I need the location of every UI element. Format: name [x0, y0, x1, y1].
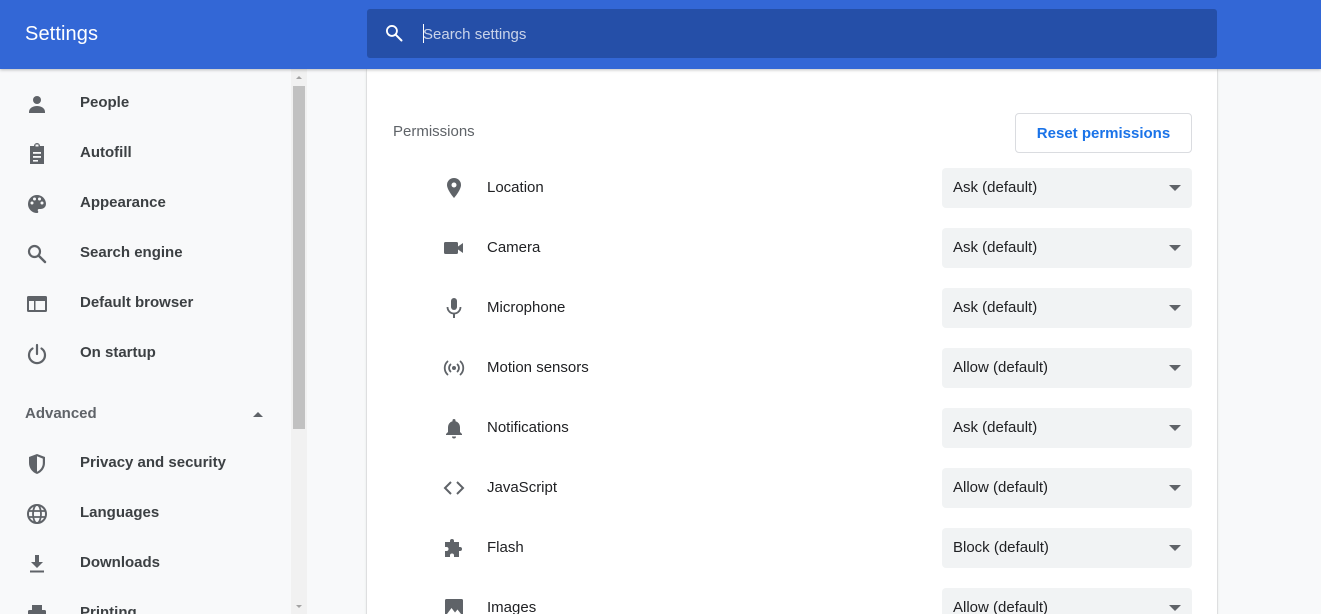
sidebar-item-default-browser[interactable]: Default browser	[0, 279, 291, 329]
permission-select-notifications[interactable]: Ask (default)	[942, 408, 1192, 448]
permission-row-location[interactable]: Location Ask (default)	[367, 158, 1217, 218]
search-box[interactable]	[367, 9, 1217, 58]
permissions-heading: Permissions	[393, 123, 475, 140]
permission-value: Block (default)	[953, 539, 1049, 556]
search-icon	[27, 244, 47, 264]
permission-value: Ask (default)	[953, 299, 1038, 316]
dropdown-arrow-icon	[1169, 245, 1181, 251]
globe-icon	[27, 504, 47, 524]
permission-label: Microphone	[487, 299, 566, 316]
permission-row-motion-sensors[interactable]: Motion sensors Allow (default)	[367, 338, 1217, 398]
permission-select-javascript[interactable]: Allow (default)	[942, 468, 1192, 508]
dropdown-arrow-icon	[1169, 545, 1181, 551]
permission-select-location[interactable]: Ask (default)	[942, 168, 1192, 208]
permission-row-images[interactable]: Images Allow (default)	[367, 578, 1217, 614]
permission-label: JavaScript	[487, 479, 558, 496]
sidebar-item-languages[interactable]: Languages	[0, 489, 291, 539]
permission-row-javascript[interactable]: JavaScript Allow (default)	[367, 458, 1217, 518]
browser-window-icon	[27, 296, 47, 312]
sidebar-item-downloads[interactable]: Downloads	[0, 539, 291, 589]
permission-label: Images	[487, 599, 537, 614]
permission-label: Location	[487, 179, 544, 196]
sidebar-item-label: Printing	[80, 604, 137, 614]
shield-icon	[29, 454, 45, 474]
chevron-up-icon	[253, 412, 263, 417]
sidebar-item-label: Downloads	[80, 554, 161, 571]
reset-permissions-button[interactable]: Reset permissions	[1015, 113, 1192, 153]
person-icon	[29, 96, 45, 113]
dropdown-arrow-icon	[1169, 185, 1181, 191]
sidebar-advanced-toggle[interactable]: Advanced	[0, 392, 291, 436]
permission-value: Allow (default)	[953, 359, 1049, 376]
permission-select-images[interactable]: Allow (default)	[942, 588, 1192, 614]
permission-select-motion-sensors[interactable]: Allow (default)	[942, 348, 1192, 388]
permissions-card: Permissions Reset permissions Location A…	[367, 69, 1217, 614]
permission-value: Ask (default)	[953, 239, 1038, 256]
permission-row-flash[interactable]: Flash Block (default)	[367, 518, 1217, 578]
location-pin-icon	[447, 178, 461, 198]
sidebar-item-appearance[interactable]: Appearance	[0, 179, 291, 229]
dropdown-arrow-icon	[1169, 365, 1181, 371]
sidebar-item-search-engine[interactable]: Search engine	[0, 229, 291, 279]
dropdown-arrow-icon	[1169, 485, 1181, 491]
sidebar-item-label: Search engine	[80, 244, 183, 261]
settings-app: Settings People	[0, 0, 1321, 614]
scrollbar-thumb[interactable]	[293, 86, 305, 429]
dropdown-arrow-icon	[1169, 605, 1181, 611]
permission-value: Ask (default)	[953, 179, 1038, 196]
permission-label: Notifications	[487, 419, 569, 436]
permission-label: Camera	[487, 239, 541, 256]
app-title: Settings	[25, 23, 99, 45]
sidebar-item-label: Privacy and security	[80, 454, 226, 471]
motion-sensor-icon	[443, 360, 465, 376]
bell-icon	[446, 419, 462, 439]
permission-row-camera[interactable]: Camera Ask (default)	[367, 218, 1217, 278]
permission-row-notifications[interactable]: Notifications Ask (default)	[367, 398, 1217, 458]
scroll-down-arrow-icon[interactable]	[291, 599, 307, 614]
code-icon	[443, 481, 465, 495]
permission-select-camera[interactable]: Ask (default)	[942, 228, 1192, 268]
dropdown-arrow-icon	[1169, 425, 1181, 431]
sidebar-item-autofill[interactable]: Autofill	[0, 129, 291, 179]
image-icon	[445, 599, 463, 614]
puzzle-icon	[445, 539, 462, 557]
header-bar: Settings	[0, 0, 1321, 69]
sidebar-item-label: People	[80, 94, 130, 111]
sidebar: People Autofill Appearance Search engine…	[0, 69, 291, 614]
permission-select-flash[interactable]: Block (default)	[942, 528, 1192, 568]
sidebar-item-label: Default browser	[80, 294, 194, 311]
permission-select-microphone[interactable]: Ask (default)	[942, 288, 1192, 328]
search-icon[interactable]	[384, 23, 404, 43]
text-caret	[423, 24, 424, 43]
printer-icon	[28, 605, 46, 614]
permission-value: Allow (default)	[953, 479, 1049, 496]
permission-row-microphone[interactable]: Microphone Ask (default)	[367, 278, 1217, 338]
permission-value: Allow (default)	[953, 599, 1049, 614]
sidebar-item-label: Appearance	[80, 194, 166, 211]
scroll-up-arrow-icon[interactable]	[291, 69, 307, 85]
power-icon	[27, 343, 47, 365]
camera-icon	[444, 242, 463, 254]
advanced-label: Advanced	[25, 405, 97, 422]
sidebar-item-label: Languages	[80, 504, 160, 521]
microphone-icon	[446, 298, 462, 318]
download-icon	[30, 555, 44, 573]
permission-value: Ask (default)	[953, 419, 1038, 436]
clipboard-icon	[30, 143, 44, 164]
sidebar-item-label: On startup	[80, 344, 156, 361]
sidebar-item-printing[interactable]: Printing	[0, 589, 291, 614]
sidebar-item-people[interactable]: People	[0, 79, 291, 129]
search-input[interactable]	[423, 21, 1183, 47]
permission-label: Motion sensors	[487, 359, 589, 376]
permission-label: Flash	[487, 539, 524, 556]
sidebar-item-on-startup[interactable]: On startup	[0, 329, 291, 379]
sidebar-item-label: Autofill	[80, 144, 132, 161]
palette-icon	[27, 195, 46, 213]
dropdown-arrow-icon	[1169, 305, 1181, 311]
sidebar-item-privacy-and-security[interactable]: Privacy and security	[0, 439, 291, 489]
sidebar-scrollbar[interactable]	[291, 69, 307, 614]
